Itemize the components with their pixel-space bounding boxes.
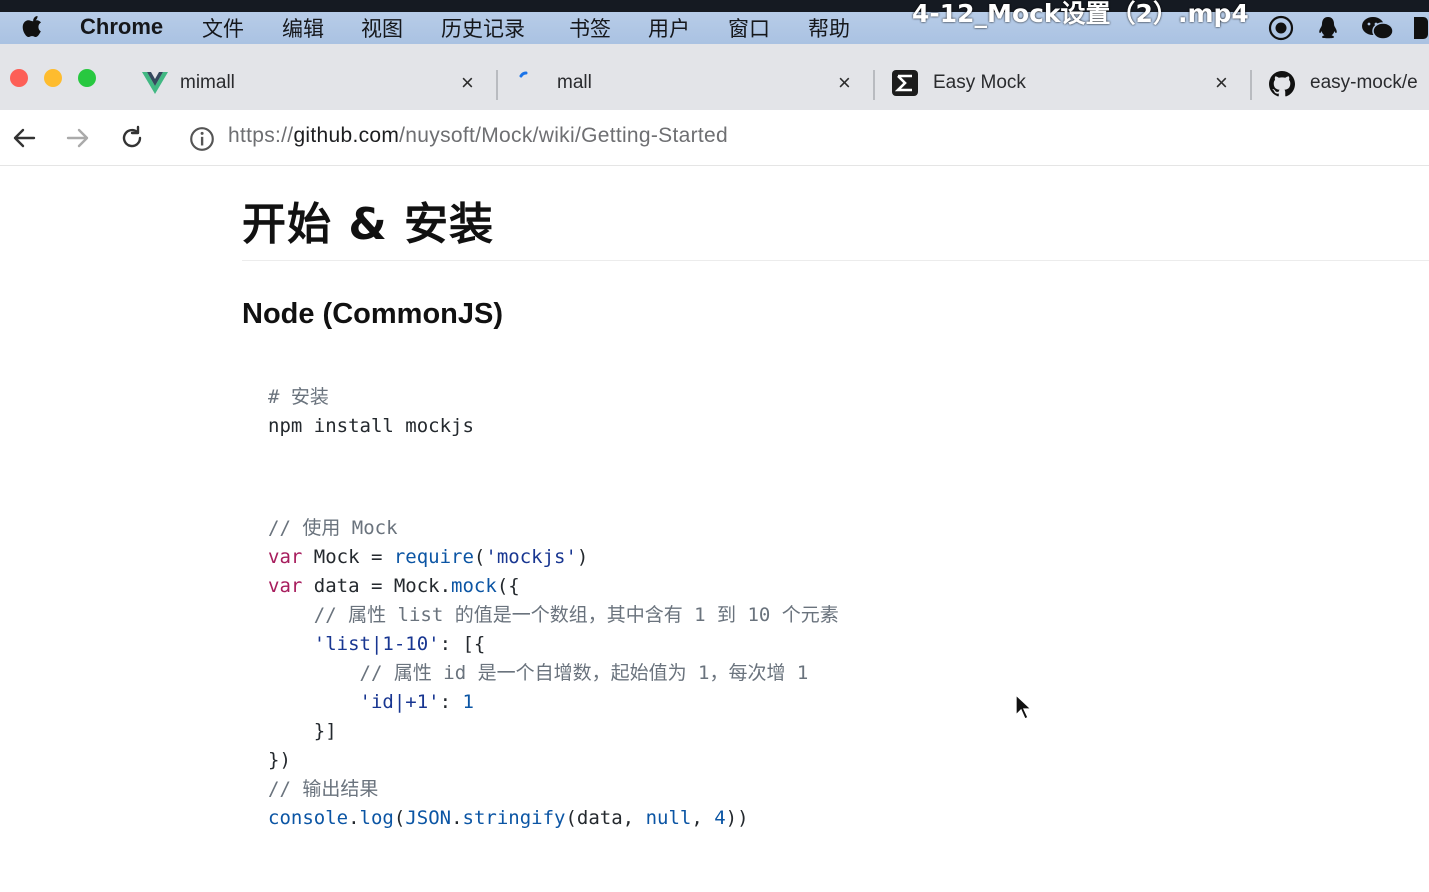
loading-spinner-icon xyxy=(519,71,528,78)
usage-code-block: // 使用 Mock var Mock = require('mockjs') … xyxy=(268,514,839,833)
tab-github-easy-mock[interactable]: easy-mock/e xyxy=(1259,44,1429,110)
menu-bookmarks[interactable]: 书签 xyxy=(569,13,611,43)
menu-history[interactable]: 历史记录 xyxy=(441,13,525,43)
forward-arrow-icon[interactable] xyxy=(64,124,92,152)
close-icon[interactable]: × xyxy=(461,72,474,94)
easy-mock-logo-icon xyxy=(892,70,918,96)
code-function: stringify xyxy=(462,807,566,829)
code-text: (data, xyxy=(565,807,646,829)
tab-separator xyxy=(496,70,498,100)
code-string: 'mockjs' xyxy=(485,546,577,568)
menu-help[interactable]: 帮助 xyxy=(808,13,850,43)
screen-record-icon[interactable] xyxy=(1268,15,1294,41)
install-code-block: # 安装 npm install mockjs xyxy=(268,383,474,441)
vue-logo-icon xyxy=(142,72,168,94)
menu-people[interactable]: 用户 xyxy=(648,13,690,43)
code-comment: # 安装 xyxy=(268,386,329,408)
code-text: , xyxy=(691,807,715,829)
code-comment: // 使用 Mock xyxy=(268,517,398,539)
menu-file[interactable]: 文件 xyxy=(202,13,244,43)
page-title: 开始 & 安装 xyxy=(242,199,495,250)
code-keyword: var xyxy=(268,546,303,568)
back-arrow-icon[interactable] xyxy=(10,124,38,152)
mouse-pointer-icon xyxy=(1015,694,1033,720)
evernote-icon[interactable] xyxy=(1408,15,1429,41)
code-text: Mock = xyxy=(302,546,394,568)
tab-easy-mock[interactable]: Easy Mock × xyxy=(882,44,1247,110)
code-keyword: var xyxy=(268,575,303,597)
address-bar-url[interactable]: https://github.com/nuysoft/Mock/wiki/Get… xyxy=(228,124,728,148)
apple-logo-icon[interactable] xyxy=(22,14,44,38)
code-number: 1 xyxy=(462,691,474,713)
tab-label: mall xyxy=(557,72,592,93)
tab-separator xyxy=(873,70,875,100)
code-comment: // 输出结果 xyxy=(268,778,379,800)
code-text: . xyxy=(348,807,360,829)
close-icon[interactable]: × xyxy=(838,72,851,94)
code-function: mock xyxy=(451,575,497,597)
code-comment: // 属性 list 的值是一个数组，其中含有 1 到 10 个元素 xyxy=(268,604,839,626)
window-zoom-button[interactable] xyxy=(78,69,96,87)
tab-separator xyxy=(1250,70,1252,100)
code-number: 4 xyxy=(714,807,726,829)
code-text: : [{ xyxy=(439,633,486,655)
browser-toolbar: https://github.com/nuysoft/Mock/wiki/Get… xyxy=(0,110,1429,166)
tab-mall[interactable]: mall × xyxy=(505,44,870,110)
url-scheme: https:// xyxy=(228,124,294,147)
window-close-button[interactable] xyxy=(10,69,28,87)
code-text: )) xyxy=(725,807,749,829)
section-heading-node: Node (CommonJS) xyxy=(242,298,503,330)
tab-label: easy-mock/e xyxy=(1310,72,1418,93)
video-title-overlay: 4-12_Mock设置（2）.mp4 xyxy=(912,0,1249,28)
code-text: ) xyxy=(576,546,589,568)
code-string: 'id|+1' xyxy=(268,691,440,713)
menu-view[interactable]: 视图 xyxy=(361,13,403,43)
code-text: }] xyxy=(268,720,337,742)
code-comment: // 属性 id 是一个自增数，起始值为 1，每次增 1 xyxy=(268,662,809,684)
site-info-icon[interactable] xyxy=(188,125,216,153)
tab-mimall[interactable]: mimall × xyxy=(130,44,495,110)
code-text: ( xyxy=(393,807,406,829)
code-object: JSON xyxy=(405,807,452,829)
tab-label: Easy Mock xyxy=(933,72,1026,93)
tab-label: mimall xyxy=(180,72,235,93)
menu-edit[interactable]: 编辑 xyxy=(282,13,324,43)
code-string: 'list|1-10' xyxy=(268,633,440,655)
code-text: }) xyxy=(268,749,291,771)
code-function: log xyxy=(359,807,394,829)
url-path: /nuysoft/Mock/wiki/Getting-Started xyxy=(399,124,728,147)
code-text: . xyxy=(451,807,463,829)
menu-app-chrome[interactable]: Chrome xyxy=(80,14,163,40)
code-line: npm install mockjs xyxy=(268,415,474,437)
code-object: console xyxy=(268,807,349,829)
code-text: ( xyxy=(473,546,486,568)
code-text: data = Mock. xyxy=(302,575,452,597)
window-minimize-button[interactable] xyxy=(44,69,62,87)
code-text: : xyxy=(439,691,463,713)
github-icon xyxy=(1269,71,1295,97)
menu-window[interactable]: 窗口 xyxy=(728,13,770,43)
url-host: github.com xyxy=(293,124,400,147)
code-function: require xyxy=(393,546,474,568)
heading-divider xyxy=(242,260,1429,261)
code-text: ({ xyxy=(496,575,520,597)
reload-icon[interactable] xyxy=(118,124,146,152)
close-icon[interactable]: × xyxy=(1215,72,1228,94)
code-literal: null xyxy=(645,807,692,829)
macos-menu-bar: Chrome 文件 编辑 视图 历史记录 书签 用户 窗口 帮助 4-12_Mo… xyxy=(0,0,1429,44)
qq-penguin-icon[interactable] xyxy=(1315,15,1341,41)
wechat-icon[interactable] xyxy=(1360,15,1396,41)
